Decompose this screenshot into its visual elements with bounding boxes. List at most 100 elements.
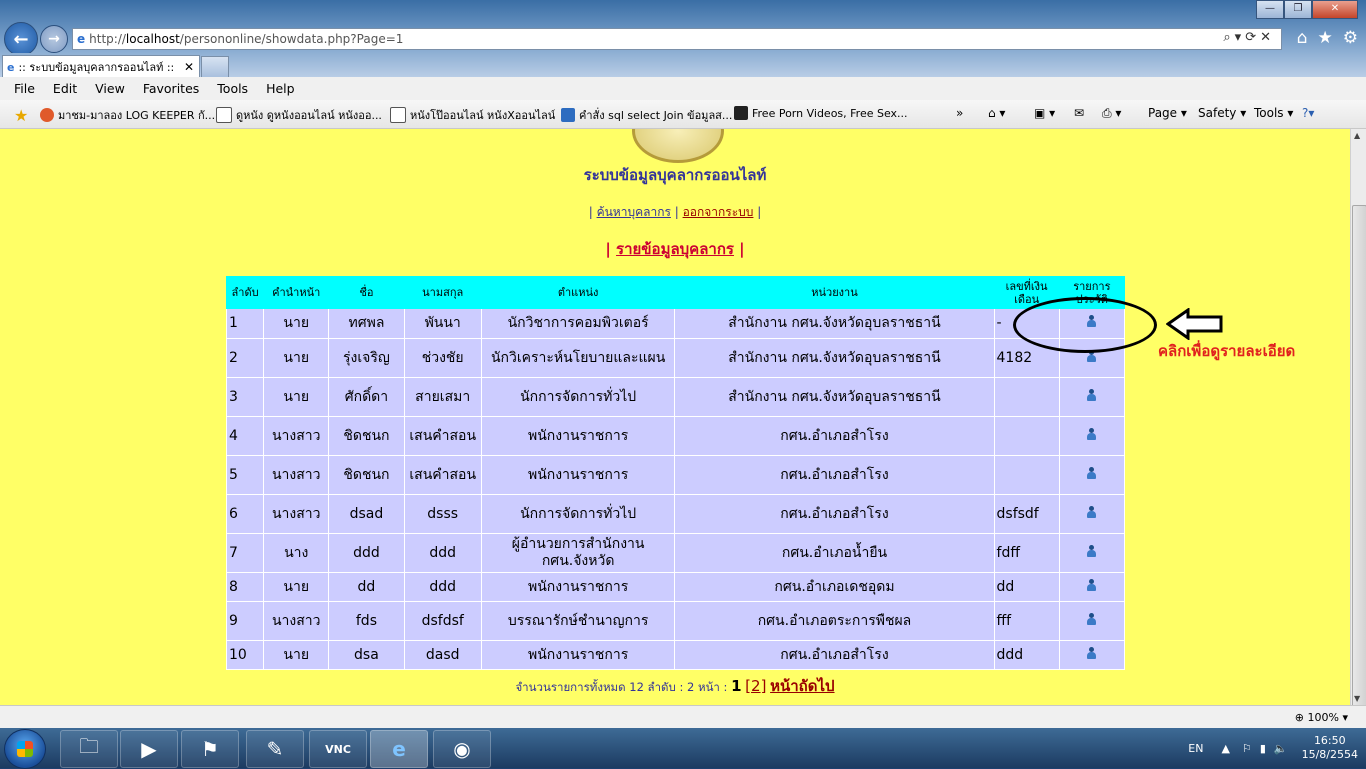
page-menu[interactable]: Page ▾ xyxy=(1148,106,1187,120)
home-command-icon[interactable]: ⌂ ▾ xyxy=(988,106,1005,120)
home-icon[interactable]: ⌂ xyxy=(1297,28,1308,48)
music-taskbar-icon[interactable]: ◉ xyxy=(433,730,491,768)
section-title: | รายข้อมูลบุคลากร | xyxy=(605,240,745,258)
table-cell: 10 xyxy=(225,640,265,670)
table-cell: dsss xyxy=(403,494,482,534)
address-bar[interactable]: e http://localhost/persononline/showdata… xyxy=(72,28,1282,50)
person-details-icon[interactable] xyxy=(1087,578,1097,591)
favorites-overflow-icon[interactable]: » xyxy=(956,106,963,120)
table-cell: ชิดชนก xyxy=(328,416,405,456)
favorite-item-3[interactable]: หนังโป๊ออนไลน์ หนังXออนไลน์ xyxy=(390,106,555,124)
table-cell: ddd xyxy=(403,533,482,573)
internet-explorer-taskbar-icon[interactable]: e xyxy=(370,730,428,768)
scroll-up-icon[interactable]: ▲ xyxy=(1354,131,1360,140)
network-taskbar-icon[interactable]: ⚑ xyxy=(181,730,239,768)
table-cell: นักวิเคราะห์นโยบายและแผน xyxy=(480,338,676,378)
menu-favorites[interactable]: Favorites xyxy=(143,81,199,96)
close-tab-icon[interactable]: ✕ xyxy=(184,60,194,74)
language-indicator[interactable]: EN xyxy=(1188,742,1203,755)
star-icon[interactable]: ★ xyxy=(1318,28,1333,48)
pager-page-2-link[interactable]: 2 xyxy=(751,677,761,695)
maximize-button[interactable]: ❐ xyxy=(1284,0,1312,19)
address-tools[interactable]: ⌕▾⟳✕ xyxy=(1223,30,1275,45)
table-cell xyxy=(993,455,1060,495)
ie-tab-icon: e xyxy=(7,60,15,74)
zoom-control[interactable]: ⊕ 100% ▾ xyxy=(1295,711,1348,724)
paint-taskbar-icon[interactable]: ✎ xyxy=(246,730,304,768)
forward-button[interactable]: → xyxy=(40,25,68,53)
power-icon[interactable]: ▮ xyxy=(1260,742,1266,755)
person-details-icon[interactable] xyxy=(1087,505,1097,518)
page-icon xyxy=(390,107,406,123)
logout-link[interactable]: ออกจากระบบ xyxy=(683,205,754,219)
table-cell: นางสาว xyxy=(263,416,330,456)
view-details-cell[interactable] xyxy=(1058,601,1126,641)
back-button[interactable]: ← xyxy=(4,22,38,56)
media-player-taskbar-icon[interactable]: ▶ xyxy=(120,730,178,768)
close-window-button[interactable]: ✕ xyxy=(1312,0,1358,19)
favorite-label: มาชม-มาลอง LOG KEEPER กั... xyxy=(58,109,216,122)
tools-menu[interactable]: Tools ▾ xyxy=(1254,106,1293,120)
table-cell: กศน.อำเภอสำโรง xyxy=(674,640,995,670)
arrow-left-icon: ← xyxy=(13,28,29,50)
page-content: ระบบข้อมูลบุคลากรออนไลท์ | ค้นหาบุคลากร … xyxy=(0,129,1350,705)
safety-menu[interactable]: Safety ▾ xyxy=(1198,106,1246,120)
menu-help[interactable]: Help xyxy=(266,81,295,96)
site-title: ระบบข้อมูลบุคลากรออนไลท์ xyxy=(583,166,767,184)
person-details-icon[interactable] xyxy=(1087,427,1097,440)
favorites-star-icon[interactable]: ★ xyxy=(14,106,28,125)
menu-edit[interactable]: Edit xyxy=(53,81,77,96)
person-details-icon[interactable] xyxy=(1087,388,1097,401)
person-details-icon[interactable] xyxy=(1087,646,1097,659)
menu-tools[interactable]: Tools xyxy=(217,81,248,96)
favorite-item-2[interactable]: ดูหนัง ดูหนังออนไลน์ หนังออ... xyxy=(216,106,382,124)
vnc-taskbar-icon[interactable]: VNC xyxy=(309,730,367,768)
table-cell: dsa xyxy=(328,640,405,670)
feeds-icon[interactable]: ▣ ▾ xyxy=(1034,106,1055,120)
table-cell: เสนคำสอน xyxy=(403,416,482,456)
explorer-taskbar-icon[interactable]: 🗀 xyxy=(60,730,118,768)
view-details-cell[interactable] xyxy=(1058,640,1126,670)
view-details-cell[interactable] xyxy=(1058,533,1126,573)
arrow-right-icon: → xyxy=(48,31,60,47)
minimize-button[interactable]: — xyxy=(1256,0,1284,19)
new-tab-button[interactable] xyxy=(201,56,229,78)
favorite-item-4[interactable]: คำสั่ง sql select Join ข้อมูลส... xyxy=(561,106,732,124)
menu-view[interactable]: View xyxy=(95,81,125,96)
tray-expand-icon[interactable]: ▲ xyxy=(1221,742,1229,755)
view-details-cell[interactable] xyxy=(1058,455,1126,495)
table-cell: นาย xyxy=(263,640,330,670)
table-cell: dasd xyxy=(403,640,482,670)
tab-current[interactable]: e :: ระบบข้อมูลบุคลากรออนไลท์ :: ✕ xyxy=(2,55,200,78)
view-details-cell[interactable] xyxy=(1058,377,1126,417)
table-cell: dsfdsf xyxy=(403,601,482,641)
mail-icon[interactable]: ✉ xyxy=(1074,106,1084,120)
view-details-cell[interactable] xyxy=(1058,572,1126,602)
col-header-position: ตำแหน่ง xyxy=(480,276,676,309)
flag-icon[interactable]: ⚐ xyxy=(1242,742,1252,755)
gear-icon[interactable]: ⚙ xyxy=(1343,28,1358,48)
pager-next-link[interactable]: หน้าถัดไป xyxy=(770,677,834,695)
menu-file[interactable]: File xyxy=(14,81,35,96)
favorite-item-5[interactable]: Free Porn Videos, Free Sex... xyxy=(734,106,908,120)
scrollbar-thumb[interactable] xyxy=(1352,205,1366,711)
help-icon[interactable]: ?▾ xyxy=(1302,106,1314,120)
table-cell: นักวิชาการคอมพิวเตอร์ xyxy=(480,308,676,339)
print-icon[interactable]: ⎙ ▾ xyxy=(1102,106,1121,121)
person-details-icon[interactable] xyxy=(1087,544,1097,557)
person-details-icon[interactable] xyxy=(1087,466,1097,479)
start-button[interactable] xyxy=(4,729,46,769)
scroll-down-icon[interactable]: ▼ xyxy=(1354,694,1360,703)
person-details-icon[interactable] xyxy=(1087,612,1097,625)
favorite-item-1[interactable]: มาชม-มาลอง LOG KEEPER กั... xyxy=(40,106,215,124)
view-details-cell[interactable] xyxy=(1058,494,1126,534)
clock[interactable]: 16:50 15/8/2554 xyxy=(1302,734,1358,762)
view-details-cell[interactable] xyxy=(1058,416,1126,456)
pager: จำนวนรายการทั้งหมด 12 ลำดับ : 2 หน้า : 1… xyxy=(515,677,835,695)
site-icon xyxy=(561,108,575,122)
search-personnel-link[interactable]: ค้นหาบุคลากร xyxy=(597,205,671,219)
taskbar: 🗀 ▶ ⚑ ✎ VNC e ◉ EN ▲ ⚐ ▮ 🔈 16:50 15/8/25… xyxy=(0,728,1366,769)
table-cell: พนักงานราชการ xyxy=(480,455,676,495)
volume-icon[interactable]: 🔈 xyxy=(1274,742,1288,755)
vertical-scrollbar[interactable]: ▲ ▼ xyxy=(1350,129,1366,711)
